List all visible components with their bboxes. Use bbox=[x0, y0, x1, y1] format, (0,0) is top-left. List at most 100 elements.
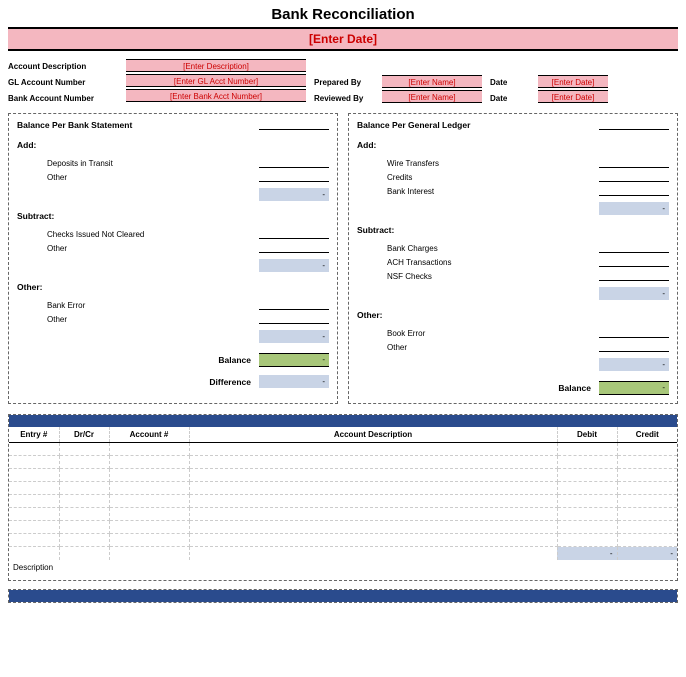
prepared-field[interactable]: [Enter Name] bbox=[382, 75, 482, 88]
table-cell[interactable] bbox=[617, 469, 677, 482]
table-cell[interactable] bbox=[617, 508, 677, 521]
table-cell[interactable] bbox=[59, 521, 109, 534]
item-input[interactable] bbox=[599, 243, 669, 253]
account-desc-field[interactable]: [Enter Description] bbox=[126, 59, 306, 72]
bank-acct-label: Bank Account Number bbox=[8, 94, 94, 103]
item-input[interactable] bbox=[599, 158, 669, 168]
table-row[interactable] bbox=[9, 456, 677, 469]
bank-subtract-label: Subtract: bbox=[17, 211, 329, 221]
table-cell[interactable] bbox=[59, 508, 109, 521]
table-cell[interactable] bbox=[9, 508, 59, 521]
table-cell[interactable] bbox=[59, 534, 109, 547]
table-cell[interactable] bbox=[557, 521, 617, 534]
table-cell[interactable] bbox=[557, 443, 617, 456]
date2-label: Date bbox=[490, 94, 507, 103]
item-input[interactable] bbox=[599, 271, 669, 281]
table-cell[interactable] bbox=[109, 456, 189, 469]
table-cell[interactable] bbox=[109, 508, 189, 521]
table-cell[interactable] bbox=[189, 534, 557, 547]
table-cell[interactable] bbox=[617, 482, 677, 495]
table-row[interactable] bbox=[9, 443, 677, 456]
table-cell[interactable] bbox=[557, 534, 617, 547]
table-cell[interactable] bbox=[59, 482, 109, 495]
item-label: NSF Checks bbox=[387, 272, 432, 281]
bank-balance-input[interactable] bbox=[259, 120, 329, 130]
table-cell[interactable] bbox=[59, 456, 109, 469]
table-row[interactable] bbox=[9, 482, 677, 495]
item-input[interactable] bbox=[599, 186, 669, 196]
table-cell[interactable] bbox=[617, 534, 677, 547]
table-row[interactable] bbox=[9, 495, 677, 508]
col-header: Dr/Cr bbox=[59, 427, 109, 443]
reviewed-field[interactable]: [Enter Name] bbox=[382, 90, 482, 103]
table-cell[interactable] bbox=[189, 443, 557, 456]
table-row[interactable] bbox=[9, 508, 677, 521]
table-cell[interactable] bbox=[557, 456, 617, 469]
item-input[interactable] bbox=[259, 158, 329, 168]
table-cell[interactable] bbox=[59, 443, 109, 456]
item-input[interactable] bbox=[259, 300, 329, 310]
item-label: Other bbox=[47, 315, 67, 324]
table-cell[interactable] bbox=[109, 521, 189, 534]
item-input[interactable] bbox=[599, 172, 669, 182]
item-input[interactable] bbox=[259, 172, 329, 182]
table-cell[interactable] bbox=[557, 495, 617, 508]
table-cell[interactable] bbox=[617, 521, 677, 534]
date1-label: Date bbox=[490, 78, 507, 87]
table-cell[interactable] bbox=[59, 469, 109, 482]
table-cell[interactable] bbox=[189, 521, 557, 534]
item-label: Other bbox=[47, 173, 67, 182]
table-cell[interactable] bbox=[9, 469, 59, 482]
table-cell[interactable] bbox=[189, 495, 557, 508]
table-row[interactable] bbox=[9, 469, 677, 482]
date-bar[interactable]: [Enter Date] bbox=[8, 27, 678, 51]
item-label: Credits bbox=[387, 173, 412, 182]
table-cell[interactable] bbox=[9, 534, 59, 547]
bank-balance-label: Balance bbox=[218, 355, 251, 365]
col-header: Credit bbox=[617, 427, 677, 443]
table-cell[interactable] bbox=[109, 534, 189, 547]
table-cell[interactable] bbox=[557, 469, 617, 482]
table-cell[interactable] bbox=[617, 495, 677, 508]
table-cell[interactable] bbox=[9, 456, 59, 469]
item-input[interactable] bbox=[259, 243, 329, 253]
date1-field[interactable]: [Enter Date] bbox=[538, 75, 608, 88]
table-cell[interactable] bbox=[189, 469, 557, 482]
table-cell[interactable] bbox=[109, 495, 189, 508]
date2-field[interactable]: [Enter Date] bbox=[538, 90, 608, 103]
item-input[interactable] bbox=[599, 328, 669, 338]
table-cell[interactable] bbox=[617, 456, 677, 469]
table-cell[interactable] bbox=[59, 495, 109, 508]
ledger-add-subtotal: - bbox=[599, 202, 669, 215]
bottom-bar bbox=[9, 590, 677, 602]
item-input[interactable] bbox=[599, 257, 669, 267]
table-cell[interactable] bbox=[9, 443, 59, 456]
item-input[interactable] bbox=[599, 342, 669, 352]
table-row[interactable] bbox=[9, 534, 677, 547]
table-cell[interactable] bbox=[189, 508, 557, 521]
table-cell[interactable] bbox=[617, 443, 677, 456]
table-cell[interactable] bbox=[9, 482, 59, 495]
bank-difference-value: - bbox=[259, 375, 329, 388]
table-cell[interactable] bbox=[9, 521, 59, 534]
table-cell[interactable] bbox=[109, 469, 189, 482]
table-cell[interactable] bbox=[189, 482, 557, 495]
bank-panel-title: Balance Per Bank Statement bbox=[17, 120, 132, 130]
table-cell[interactable] bbox=[189, 456, 557, 469]
col-header: Entry # bbox=[9, 427, 59, 443]
col-header: Account # bbox=[109, 427, 189, 443]
item-label: Checks Issued Not Cleared bbox=[47, 230, 144, 239]
bank-acct-field[interactable]: [Enter Bank Acct Number] bbox=[126, 89, 306, 102]
item-input[interactable] bbox=[259, 314, 329, 324]
table-cell[interactable] bbox=[557, 482, 617, 495]
table-cell[interactable] bbox=[9, 495, 59, 508]
ledger-subtract-label: Subtract: bbox=[357, 225, 669, 235]
gl-field[interactable]: [Enter GL Acct Number] bbox=[126, 74, 306, 87]
item-input[interactable] bbox=[259, 229, 329, 239]
table-cell[interactable] bbox=[557, 508, 617, 521]
total-cell: - bbox=[617, 547, 677, 560]
table-cell[interactable] bbox=[109, 443, 189, 456]
table-row[interactable] bbox=[9, 521, 677, 534]
table-cell[interactable] bbox=[109, 482, 189, 495]
ledger-balance-input[interactable] bbox=[599, 120, 669, 130]
